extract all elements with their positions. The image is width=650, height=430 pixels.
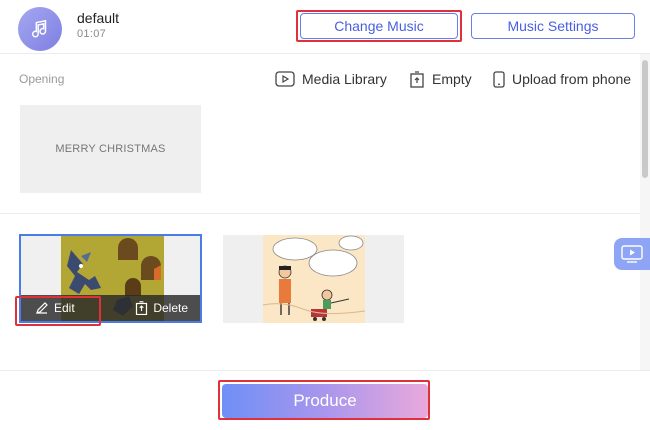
scrollbar-thumb[interactable]: [642, 60, 648, 178]
pencil-icon: [36, 302, 48, 314]
trash-icon: [410, 70, 424, 88]
clip-thumbnail-comic: [262, 235, 366, 323]
music-name: default: [77, 10, 120, 26]
clip-actions-bar: Edit Delete: [21, 295, 200, 321]
edit-label: Edit: [54, 301, 75, 315]
clip-card-selected[interactable]: Edit Delete: [19, 234, 202, 323]
preview-button[interactable]: [614, 238, 650, 270]
music-header: default 01:07 Change Music Music Setting…: [0, 0, 650, 54]
delete-label: Delete: [153, 301, 188, 315]
music-avatar: [18, 7, 62, 51]
music-settings-button[interactable]: Music Settings: [471, 13, 635, 39]
delete-icon: [136, 301, 148, 315]
opening-card[interactable]: MERRY CHRISTMAS: [20, 105, 201, 193]
opening-card-text: MERRY CHRISTMAS: [55, 143, 166, 155]
section-divider: [0, 213, 640, 214]
media-library-icon: [275, 71, 295, 87]
media-library-label: Media Library: [302, 71, 387, 87]
clip-card[interactable]: [223, 235, 404, 323]
phone-icon: [493, 70, 505, 88]
opening-label: Opening: [19, 72, 65, 86]
produce-button[interactable]: Produce: [222, 384, 428, 418]
edit-button[interactable]: Edit: [35, 301, 75, 315]
empty-label: Empty: [432, 71, 472, 87]
delete-button[interactable]: Delete: [135, 301, 188, 315]
music-note-icon: [31, 19, 47, 38]
upload-label: Upload from phone: [512, 71, 632, 87]
empty-button[interactable]: Empty: [409, 70, 472, 88]
media-library-button[interactable]: Media Library: [275, 70, 387, 88]
change-music-button[interactable]: Change Music: [300, 13, 458, 39]
preview-icon: [621, 245, 643, 263]
music-duration: 01:07: [77, 28, 107, 40]
upload-from-phone-button[interactable]: Upload from phone: [493, 70, 631, 88]
